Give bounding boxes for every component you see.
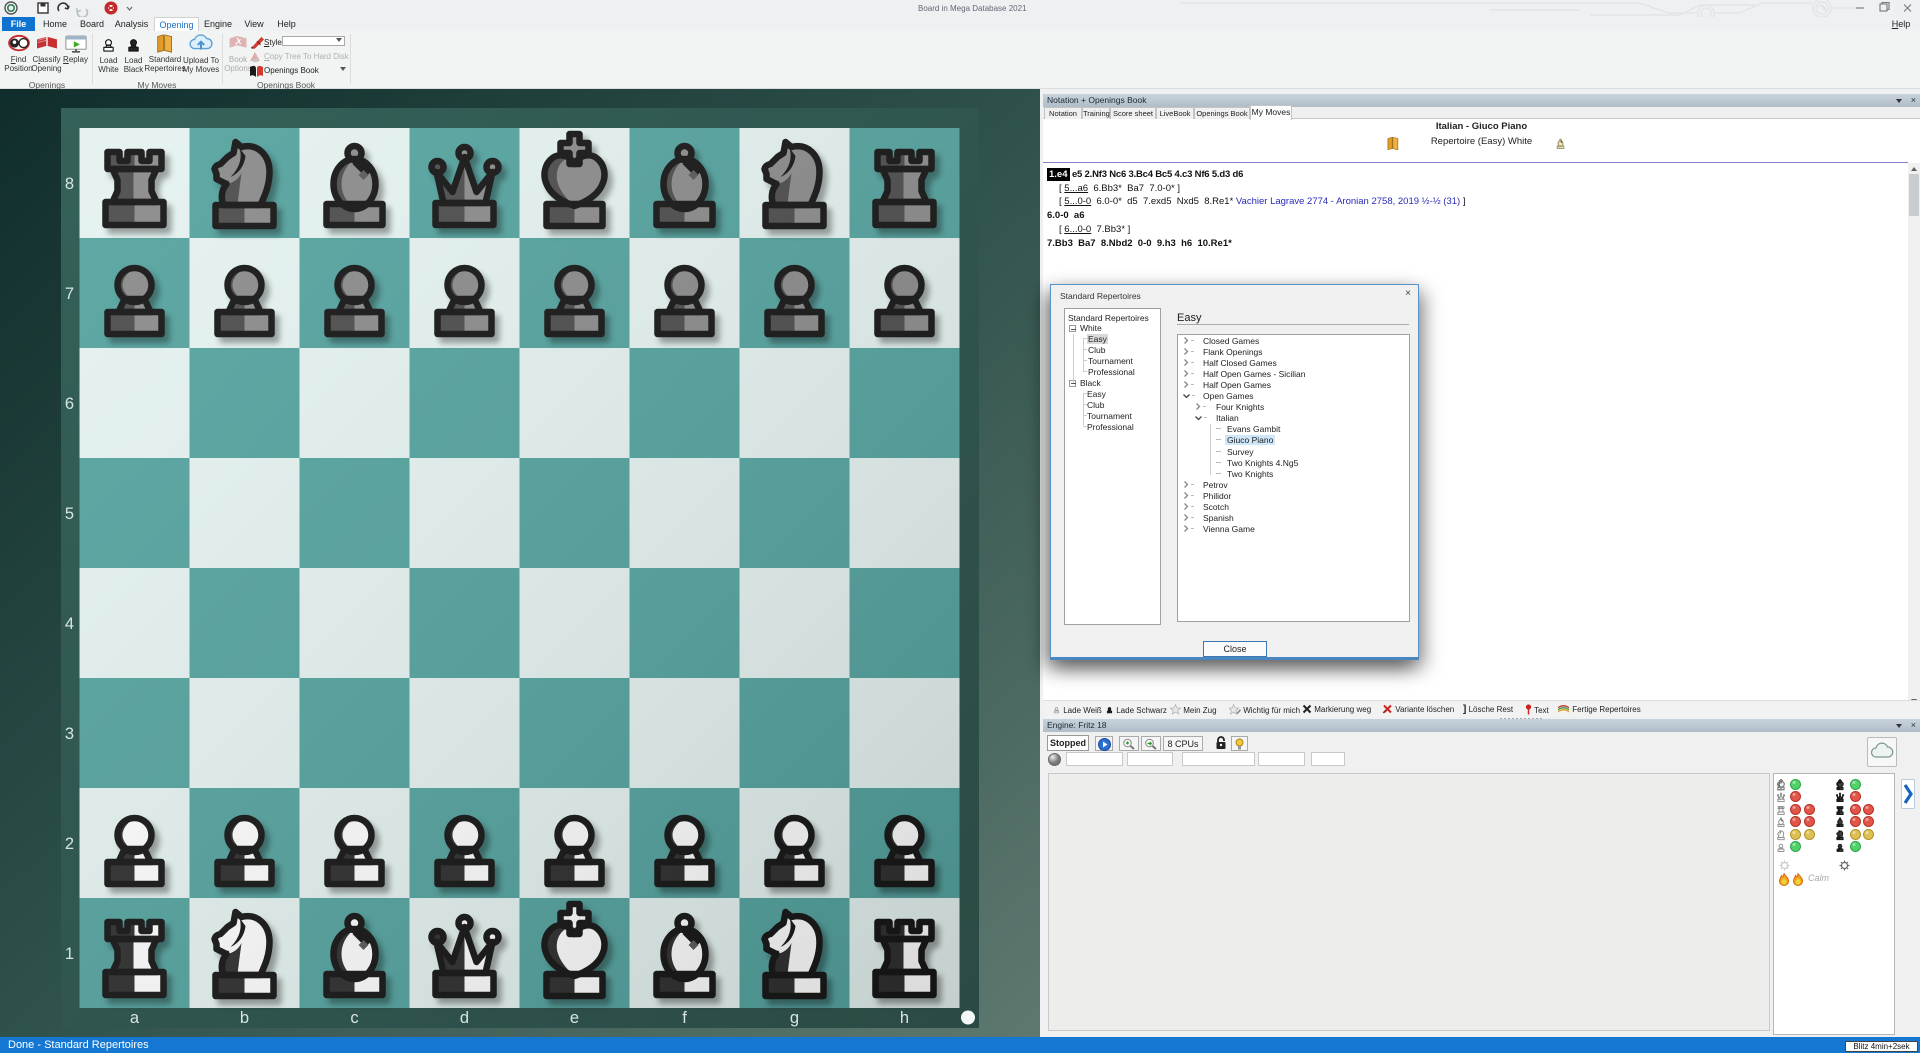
svg-text:2: 2 [65,835,74,853]
svg-text:d: d [460,1009,469,1027]
svg-text:e: e [570,1009,579,1027]
svg-text:8: 8 [65,175,74,193]
svg-text:1: 1 [65,945,74,963]
svg-text:4: 4 [65,615,74,633]
svg-text:3: 3 [65,725,74,743]
svg-text:5: 5 [65,505,74,523]
svg-text:a: a [130,1009,140,1027]
svg-text:b: b [240,1009,249,1027]
svg-text:f: f [682,1009,687,1027]
svg-text:6: 6 [65,395,74,413]
svg-text:7: 7 [65,285,74,303]
svg-text:h: h [900,1009,909,1027]
svg-text:g: g [790,1009,799,1027]
svg-text:c: c [350,1009,358,1027]
